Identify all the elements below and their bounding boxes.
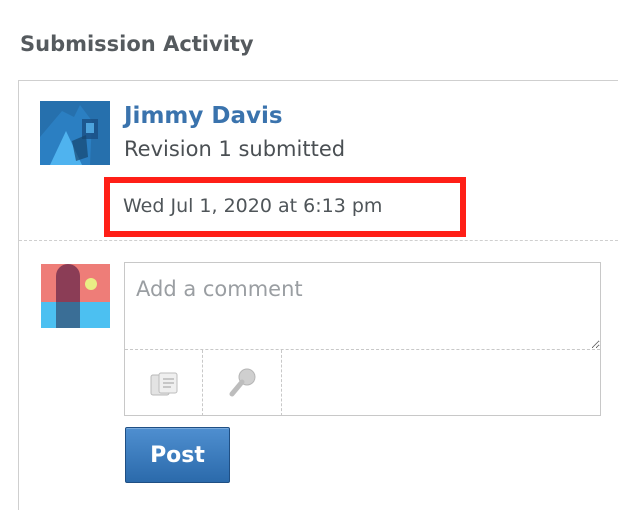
activity-timestamp: Wed Jul 1, 2020 at 6:13 pm	[123, 195, 383, 217]
activity-entry: Jimmy Davis Revision 1 submitted Wed Jul…	[19, 81, 618, 241]
activity-panel: Jimmy Davis Revision 1 submitted Wed Jul…	[18, 80, 618, 510]
attachment-icon	[150, 372, 177, 396]
current-user-avatar-image	[41, 264, 110, 328]
section-title: Submission Activity	[20, 32, 254, 56]
comment-input[interactable]	[125, 263, 600, 349]
author-avatar-image	[40, 101, 110, 165]
author-name-link[interactable]: Jimmy Davis	[124, 103, 283, 129]
comment-composer	[124, 262, 601, 416]
record-media-button[interactable]	[203, 350, 282, 416]
microphone-icon	[229, 368, 256, 397]
activity-description: Revision 1 submitted	[124, 137, 346, 161]
composer-toolbar	[125, 349, 600, 416]
current-user-avatar	[41, 264, 110, 328]
post-comment-button[interactable]: Post	[125, 427, 230, 483]
attach-file-button[interactable]	[125, 350, 203, 416]
author-avatar[interactable]	[40, 101, 110, 165]
